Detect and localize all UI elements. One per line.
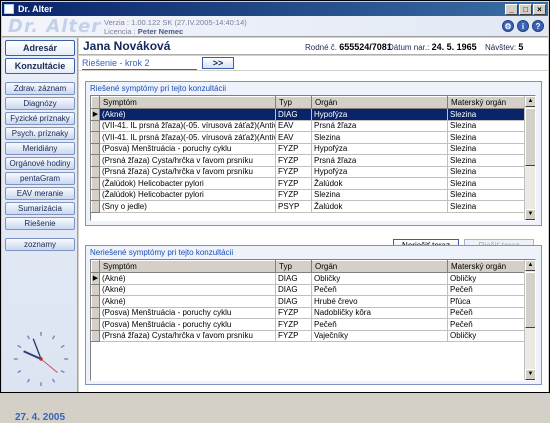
row-pointer-icon: ▶ — [91, 108, 100, 121]
current-date: 27. 4. 2005 — [14, 412, 66, 423]
sidebar-item-organove-hodiny[interactable]: Orgánové hodiny — [5, 157, 75, 170]
scroll-thumb[interactable] — [525, 272, 535, 328]
sidebar-item-fyzicke-priznaky[interactable]: Fyzické príznaky — [5, 112, 75, 125]
app-icon — [4, 4, 14, 14]
patient-dob: Dátum nar.: 24. 5. 1965 — [388, 42, 477, 52]
title-bar[interactable]: Dr. Alter _ □ × — [2, 2, 548, 16]
app-window: Dr. Alter _ □ × Dr. Alter Verzia : 1.00.… — [0, 0, 550, 423]
patient-visits: Návštev: 5 — [485, 42, 524, 52]
col-organ[interactable]: Orgán — [311, 260, 448, 273]
scroll-up-arrow-icon[interactable]: ▲ — [525, 96, 535, 107]
sidebar-adresar-button[interactable]: Adresár — [5, 40, 75, 56]
col-symptom[interactable]: Symptóm — [99, 260, 276, 273]
solved-scrollbar[interactable]: ▲ ▼ — [524, 96, 535, 220]
table-row[interactable]: (VII-41. IL prsná žľaza)(-05. vírusová z… — [91, 119, 526, 132]
unsolved-scrollbar[interactable]: ▲ ▼ — [524, 260, 535, 380]
table-row[interactable]: (Sny o jedle) PSYP Žalúdok Slezina — [91, 200, 526, 213]
app-header: Dr. Alter Verzia : 1.00.122 SK (27.IV.20… — [2, 16, 548, 37]
sidebar-item-riesenie[interactable]: Riešenie — [5, 217, 75, 230]
clock-icon — [13, 331, 69, 387]
sidebar-konzultacie-button[interactable]: Konzultácie — [5, 58, 75, 74]
settings-icon[interactable]: ⚙ — [502, 20, 514, 32]
col-materske-organ[interactable]: Materský orgán — [447, 96, 526, 109]
header-indicator — [91, 260, 100, 273]
version-info: Verzia : 1.00.122 SK (27.IV.2005-14:40:1… — [104, 18, 247, 36]
solved-table: Symptóm Typ Orgán Materský orgán ▶ (Akné)… — [91, 96, 526, 213]
patient-bar: Jana Nováková Rodné č. 655524/7081 Dátum… — [79, 38, 548, 55]
next-step-button[interactable]: >> — [202, 57, 234, 69]
solved-panel: Riešené symptómy pri tejto konzultácii S… — [85, 81, 542, 226]
table-row[interactable]: (Žalúdok) Helicobacter pylori FYZP Slezina… — [91, 188, 526, 201]
col-materske-organ[interactable]: Materský orgán — [447, 260, 526, 273]
scroll-down-arrow-icon[interactable]: ▼ — [525, 209, 535, 220]
sidebar-item-pentagram[interactable]: pentaGram — [5, 172, 75, 185]
patient-rc: Rodné č. 655524/7081 — [305, 42, 392, 52]
sidebar: Adresár Konzultácie Zdrav. záznam Diagnó… — [2, 38, 78, 423]
sidebar-item-psych-priznaky[interactable]: Psych. príznaky — [5, 127, 75, 140]
sidebar-item-diagnozy[interactable]: Diagnózy — [5, 97, 75, 110]
content-area: Riešené symptómy pri tejto konzultácii S… — [79, 71, 548, 392]
step-bar: Riešenie - krok 2 >> — [79, 56, 548, 70]
col-symptom[interactable]: Symptóm — [99, 96, 276, 109]
unsolved-grid[interactable]: Symptóm Typ Orgán Materský orgán ▶ (Akné)… — [90, 259, 536, 381]
window-title: Dr. Alter — [18, 4, 53, 14]
col-organ[interactable]: Orgán — [311, 96, 448, 109]
unsolved-table: Symptóm Typ Orgán Materský orgán ▶ (Akné)… — [91, 260, 526, 342]
solved-panel-title: Riešené symptómy pri tejto konzultácii — [90, 84, 227, 93]
table-row[interactable]: (Posva) Menštruácia - poruchy cyklu FYZP H… — [91, 142, 526, 155]
table-row[interactable]: (Posva) Menštruácia - poruchy cyklu FYZP N… — [91, 306, 526, 319]
sidebar-item-eav-meranie[interactable]: EAV meranie — [5, 187, 75, 200]
patient-name: Jana Nováková — [83, 39, 171, 53]
sidebar-item-meridiany[interactable]: Meridiány — [5, 142, 75, 155]
table-row[interactable]: (Posva) Menštruácia - poruchy cyklu FYZP P… — [91, 318, 526, 331]
maximize-button[interactable]: □ — [519, 4, 532, 15]
close-button[interactable]: × — [533, 4, 546, 15]
scroll-down-arrow-icon[interactable]: ▼ — [525, 369, 535, 380]
table-row[interactable]: (Žalúdok) Helicobacter pylori FYZP Žalúdok… — [91, 177, 526, 190]
table-row[interactable]: ▶ (Akné) DIAG Hypofýza Slezina — [91, 108, 526, 121]
solved-grid[interactable]: Symptóm Typ Orgán Materský orgán ▶ (Akné)… — [90, 95, 536, 221]
sidebar-item-sumarizacia[interactable]: Sumarizácia — [5, 202, 75, 215]
scroll-up-arrow-icon[interactable]: ▲ — [525, 260, 535, 271]
row-pointer-icon: ▶ — [91, 272, 100, 285]
unsolved-panel: Neriešené symptómy pri tejto konzultácii… — [85, 245, 542, 385]
unsolved-panel-title: Neriešené symptómy pri tejto konzultácii — [90, 248, 234, 257]
table-row[interactable]: (Akné) DIAG Pečeň Pečeň — [91, 283, 526, 296]
col-typ[interactable]: Typ — [275, 96, 312, 109]
sidebar-item-zdrav-zaznam[interactable]: Zdrav. záznam — [5, 82, 75, 95]
table-row[interactable]: ▶ (Akné) DIAG Obličky Obličky — [91, 272, 526, 285]
header-indicator — [91, 96, 100, 109]
minimize-button[interactable]: _ — [505, 4, 518, 15]
table-row[interactable]: (Prsná žľaza) Cysta/hrčka v ľavom prsník… — [91, 329, 526, 342]
help-icon[interactable]: ? — [532, 20, 544, 32]
step-title: Riešenie - krok 2 — [82, 56, 197, 70]
table-row[interactable]: (Prsná žľaza) Cysta/hrčka v ľavom prsník… — [91, 154, 526, 167]
table-row[interactable]: (Prsná žľaza) Cysta/hrčka v ľavom prsník… — [91, 165, 526, 178]
scroll-thumb[interactable] — [525, 108, 535, 166]
col-typ[interactable]: Typ — [275, 260, 312, 273]
sidebar-item-zoznamy[interactable]: zoznamy — [5, 238, 75, 251]
table-row[interactable]: (VII-41. IL prsná žľaza)(-05. vírusová z… — [91, 131, 526, 144]
info-icon[interactable]: i — [517, 20, 529, 32]
table-row[interactable]: (Akné) DIAG Hrubé črevo Pľúca — [91, 295, 526, 308]
app-logo: Dr. Alter — [8, 16, 102, 37]
